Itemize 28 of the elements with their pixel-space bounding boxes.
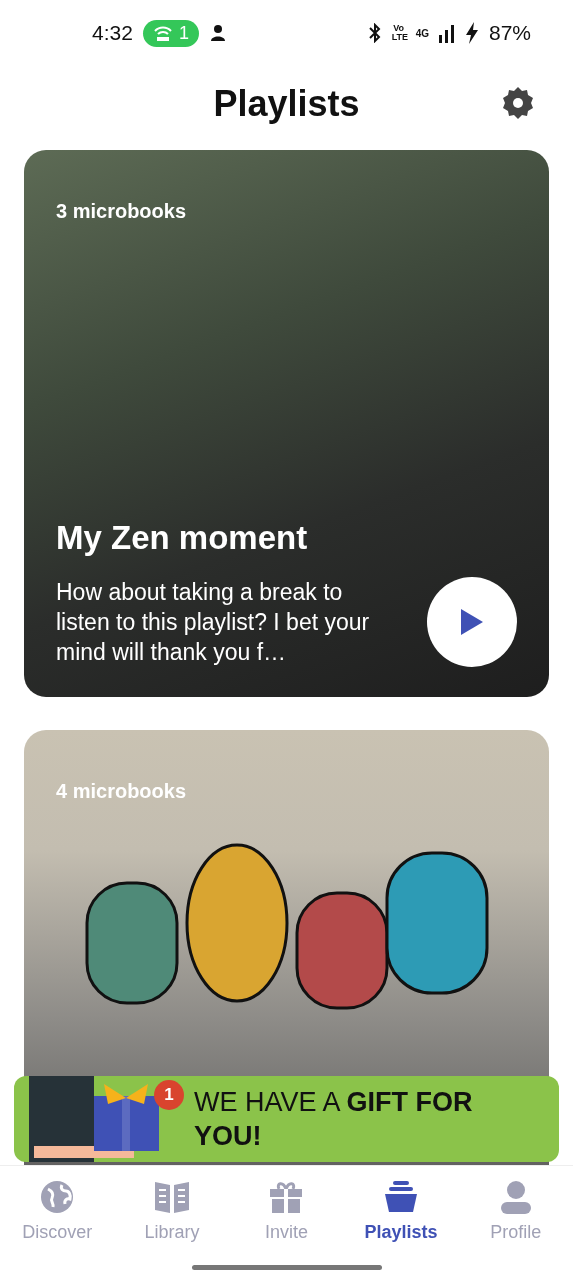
microbook-count: 4 microbooks (56, 780, 187, 803)
gift-banner-text: WE HAVE A GIFT FOR YOU! (194, 1086, 474, 1153)
settings-icon[interactable] (501, 86, 535, 120)
notification-badge: 1 (154, 1080, 184, 1110)
person-icon (498, 1180, 533, 1214)
network-label: 4G (415, 27, 429, 39)
playlist-card[interactable]: 3 microbooks My Zen moment How about taking a break to listen to this playlist? I bet your mind will thank you f… (24, 150, 549, 697)
hotspot-indicator: 1 (142, 19, 199, 47)
playlist-description: How about taking a break to listen to this playlist? I bet your mind will thank you f… (56, 578, 371, 667)
gift-icon (269, 1180, 304, 1214)
book-icon (152, 1180, 191, 1214)
status-time: 4:32 (92, 21, 133, 45)
playlist-title: My Zen moment (56, 519, 309, 557)
microbook-count: 3 microbooks (56, 200, 187, 223)
play-icon (459, 607, 485, 637)
charging-icon (464, 22, 479, 44)
battery-percent: 87% (488, 21, 531, 45)
signal-icon (438, 23, 455, 43)
stack-icon (384, 1180, 419, 1214)
bluetooth-icon (367, 23, 382, 43)
volte-label: Vo LTE (391, 24, 406, 42)
nav-tab[interactable]: Discover (0, 1166, 115, 1280)
gift-toast[interactable]: 1 WE HAVE A GIFT FOR YOU! (14, 1076, 559, 1162)
nav-tab[interactable]: Playlists (343, 1166, 459, 1280)
globe-icon (40, 1180, 75, 1214)
page-title: Playlists (213, 83, 360, 125)
nav-tab[interactable]: Library (114, 1166, 230, 1280)
nav-tab[interactable]: Profile (458, 1166, 573, 1280)
